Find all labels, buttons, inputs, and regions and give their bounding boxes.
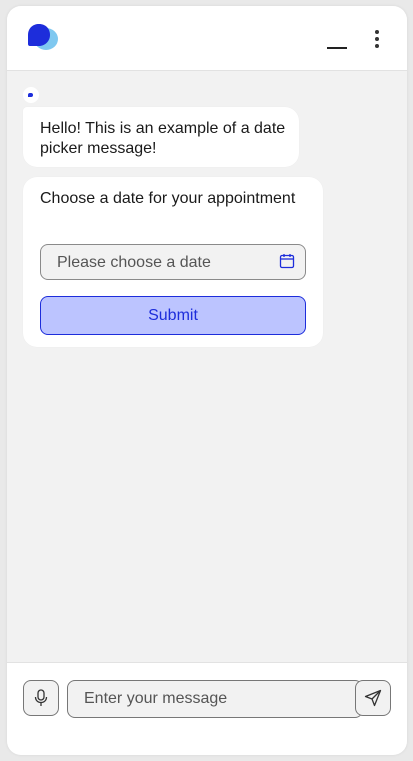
message-bubble: Hello! This is an example of a date pick… (23, 107, 299, 167)
microphone-icon (34, 689, 48, 706)
kebab-menu-icon (375, 37, 379, 41)
calendar-icon (279, 254, 295, 269)
kebab-menu-icon (375, 30, 379, 34)
message-input[interactable] (67, 680, 363, 718)
send-button[interactable] (355, 680, 391, 716)
message-composer (7, 662, 407, 755)
date-picker-placeholder: Please choose a date (57, 254, 211, 271)
menu-button[interactable] (367, 26, 387, 52)
chat-widget: Hello! This is an example of a date pick… (7, 6, 407, 755)
minimize-icon (327, 47, 347, 49)
minimize-button[interactable] (321, 28, 353, 54)
microphone-button[interactable] (23, 680, 59, 716)
chat-bubble-logo-icon (28, 24, 58, 50)
kebab-menu-icon (375, 44, 379, 48)
message-text: Choose a date for your appointment (40, 190, 296, 207)
chat-header (7, 6, 407, 71)
date-picker-field[interactable]: Please choose a date (40, 244, 306, 280)
date-picker-message: Choose a date for your appointment Pleas… (23, 177, 323, 347)
bot-avatar (23, 87, 39, 103)
bot-avatar-icon (28, 93, 33, 97)
submit-button[interactable]: Submit (40, 296, 306, 335)
send-icon (364, 689, 382, 707)
message-text: Hello! This is an example of a date pick… (40, 120, 286, 157)
